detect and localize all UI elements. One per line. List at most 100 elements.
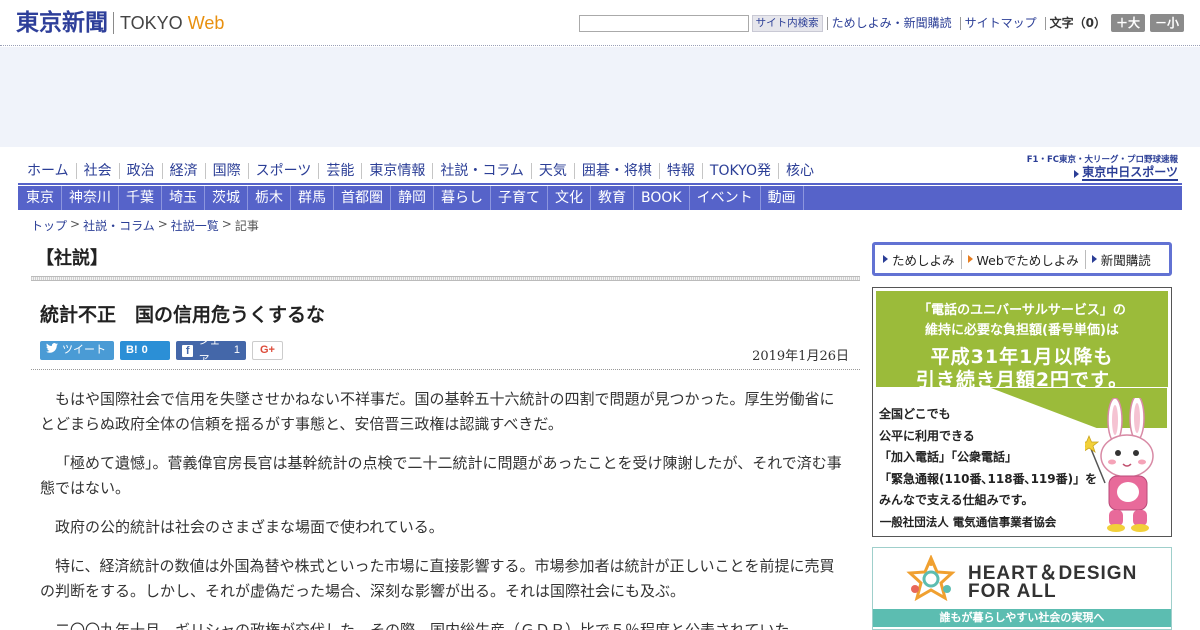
chunichi-sports-link[interactable]: F1・FC東京・大リーグ・プロ野球速報 東京中日スポーツ bbox=[1027, 153, 1178, 181]
bunny-mascot-icon bbox=[1085, 398, 1154, 532]
rnav-lifestyle[interactable]: 暮らし bbox=[434, 186, 491, 210]
article-paragraph: 政府の公的統計は社会のさまざまな場面で使われている。 bbox=[55, 518, 444, 536]
font-larger-button[interactable]: ＋大 bbox=[1110, 14, 1145, 32]
global-nav-rule bbox=[18, 183, 1182, 185]
share-count: 1 bbox=[233, 344, 240, 356]
chunichi-title: 東京中日スポーツ bbox=[1082, 165, 1178, 181]
web-trial-read-link[interactable]: Webでためしよみ bbox=[960, 249, 1079, 269]
facebook-icon: f bbox=[182, 344, 194, 357]
gnav-core[interactable]: 核心 bbox=[777, 163, 821, 179]
rnav-culture[interactable]: 文化 bbox=[548, 186, 591, 210]
arrow-right-icon bbox=[1091, 255, 1097, 263]
trial-read-label: ためしよみ bbox=[892, 252, 955, 268]
article-paragraph: 「極めて遺憾」。菅義偉官房長官は基幹統計の点検で二十二統計に問題があったことを受… bbox=[40, 454, 842, 497]
hatena-bookmark-icon: B! bbox=[126, 344, 138, 356]
ad-body-line: 「緊急通報(110番､118番､119番)」を bbox=[879, 471, 1098, 486]
ad-body-line: 全国どこでも bbox=[879, 407, 951, 421]
ad-headline-panel: 「電話のユニバーサルサービス」の 維持に必要な負担額(番号単価)は 平成31年1… bbox=[876, 291, 1168, 391]
tweet-button[interactable]: ツイート bbox=[40, 341, 114, 360]
facebook-share-button[interactable]: f シェア 1 bbox=[176, 335, 246, 366]
site-logo[interactable]: 東京新聞 TOKYO Web bbox=[16, 9, 224, 37]
gnav-igo-shogi[interactable]: 囲碁・将棋 bbox=[573, 163, 659, 179]
rnav-shizuoka[interactable]: 静岡 bbox=[391, 186, 434, 210]
breadcrumb-separator: > bbox=[157, 217, 168, 231]
web-trial-read-label: Webでためしよみ bbox=[976, 252, 1079, 268]
site-search-input[interactable] bbox=[578, 14, 749, 32]
site-header: 東京新聞 TOKYO Web サイト内検索 ためしよみ・新聞購読 サイトマップ … bbox=[0, 0, 1200, 46]
article-paragraph: 二〇〇九年十月、ギリシャの政権が交代した。その際、国内総生産（ＧＤＰ）比で５％程… bbox=[55, 621, 790, 630]
ad2-title-line2: FOR ALL bbox=[968, 581, 1057, 602]
rnav-event[interactable]: イベント bbox=[690, 186, 761, 210]
ad-body-line: 「加入電話」「公衆電話」 bbox=[879, 450, 1018, 464]
gnav-weather[interactable]: 天気 bbox=[530, 163, 574, 179]
rnav-tochigi[interactable]: 栃木 bbox=[248, 186, 291, 210]
ad-headline-line1: 「電話のユニバーサルサービス」の bbox=[918, 303, 1126, 318]
rnav-ibaraki[interactable]: 茨城 bbox=[205, 186, 248, 210]
font-size-label: 文字（0） bbox=[1044, 16, 1106, 30]
chunichi-subtitle: F1・FC東京・大リーグ・プロ野球速報 bbox=[1026, 155, 1178, 165]
gnav-sports[interactable]: スポーツ bbox=[247, 163, 319, 179]
rnav-parenting[interactable]: 子育て bbox=[491, 186, 548, 210]
ad-body-line: みんなで支える仕組みです。 bbox=[879, 493, 1034, 507]
rnav-education[interactable]: 教育 bbox=[591, 186, 634, 210]
rnav-chiba[interactable]: 千葉 bbox=[119, 186, 162, 210]
rnav-book[interactable]: BOOK bbox=[634, 186, 690, 210]
subscription-box: ためしよみ Webでためしよみ 新聞購読 bbox=[872, 242, 1172, 276]
heart-design-ad[interactable]: HEART＆DESIGN FOR ALL 誰もが暮らしやすい社会の実現へ bbox=[872, 547, 1172, 630]
logo-web: Web bbox=[187, 13, 225, 33]
rnav-kanagawa[interactable]: 神奈川 bbox=[62, 186, 119, 210]
google-plus-icon: G+ bbox=[260, 344, 275, 356]
section-label: 【社説】 bbox=[36, 248, 108, 269]
hatena-bookmark-button[interactable]: B! 0 bbox=[120, 341, 170, 360]
gnav-entertainment[interactable]: 芸能 bbox=[318, 163, 361, 179]
heart-design-logo-icon bbox=[906, 555, 956, 602]
gnav-tokyo-hatsu[interactable]: TOKYO発 bbox=[701, 163, 778, 179]
rnav-tokyo[interactable]: 東京 bbox=[18, 186, 62, 210]
social-share-bar: ツイート B! 0 f シェア 1 G+ bbox=[40, 335, 289, 366]
breadcrumb-separator: > bbox=[70, 217, 81, 231]
breadcrumb-editorial-list[interactable]: 社説一覧 bbox=[171, 217, 219, 234]
sitemap-link[interactable]: サイトマップ bbox=[959, 16, 1041, 30]
google-plus-button[interactable]: G+ bbox=[252, 341, 283, 360]
breadcrumb-editorial-column[interactable]: 社説・コラム bbox=[83, 217, 155, 234]
rnav-shutoken[interactable]: 首都圏 bbox=[334, 186, 391, 210]
chunichi-arrow-icon bbox=[1074, 169, 1080, 178]
twitter-bird-icon bbox=[46, 341, 58, 360]
site-search-button[interactable]: サイト内検索 bbox=[751, 14, 823, 32]
logo-kanji: 東京新聞 bbox=[16, 9, 108, 36]
gnav-home[interactable]: ホーム bbox=[18, 163, 76, 179]
article-date: 2019年1月26日 bbox=[752, 349, 849, 364]
rnav-gunma[interactable]: 群馬 bbox=[291, 186, 334, 210]
gnav-special-report[interactable]: 特報 bbox=[658, 163, 702, 179]
gnav-international[interactable]: 国際 bbox=[204, 163, 248, 179]
article-title: 統計不正 国の信用危うくするな bbox=[40, 304, 326, 326]
gnav-politics[interactable]: 政治 bbox=[118, 163, 162, 179]
gnav-economy[interactable]: 経済 bbox=[161, 163, 205, 179]
rnav-saitama[interactable]: 埼玉 bbox=[162, 186, 205, 210]
breadcrumb-top[interactable]: トップ bbox=[31, 217, 67, 234]
gnav-society[interactable]: 社会 bbox=[75, 163, 119, 179]
title-divider bbox=[31, 369, 860, 370]
share-label: シェア bbox=[198, 334, 221, 366]
subscribe-link[interactable]: 新聞購読 bbox=[1084, 249, 1151, 269]
regional-nav: 東京 神奈川 千葉 埼玉 茨城 栃木 群馬 首都圏 静岡 暮らし 子育て 文化 … bbox=[18, 186, 1182, 210]
section-divider bbox=[31, 276, 860, 281]
article-body: もはや国際社会で信用を失墜させかねない不祥事だ。国の基幹五十六統計の四割で問題が… bbox=[40, 387, 842, 630]
gnav-editorial-column[interactable]: 社説・コラム bbox=[432, 163, 531, 179]
trial-read-link[interactable]: ためしよみ bbox=[883, 250, 955, 269]
breadcrumb-separator: > bbox=[221, 217, 232, 231]
trial-subscribe-link[interactable]: ためしよみ・新聞購読 bbox=[826, 16, 956, 30]
article-paragraph: もはや国際社会で信用を失墜させかねない不祥事だ。国の基幹五十六統計の四割で問題が… bbox=[40, 390, 835, 433]
top-ad-space bbox=[0, 47, 1200, 147]
ad-headline-line4: 引き続き月額2円です。 bbox=[915, 369, 1129, 391]
logo-tokyo: TOKYO bbox=[120, 13, 183, 33]
universal-service-ad[interactable]: 「電話のユニバーサルサービス」の 維持に必要な負担額(番号単価)は 平成31年1… bbox=[872, 287, 1172, 537]
rnav-video[interactable]: 動画 bbox=[761, 186, 804, 210]
header-tools: サイト内検索 ためしよみ・新聞購読 サイトマップ 文字（0） ＋大 －小 bbox=[578, 14, 1184, 32]
logo-divider bbox=[113, 12, 114, 34]
font-smaller-button[interactable]: －小 bbox=[1149, 14, 1184, 32]
ad-headline-line2: 維持に必要な負担額(番号単価)は bbox=[925, 323, 1119, 338]
ad-sponsor: 一般社団法人 電気通信事業者協会 bbox=[879, 515, 1057, 529]
article-paragraph: 特に、経済統計の数値は外国為替や株式といった市場に直接影響する。市場参加者は統計… bbox=[40, 557, 835, 600]
gnav-tokyo-info[interactable]: 東京情報 bbox=[361, 163, 432, 179]
